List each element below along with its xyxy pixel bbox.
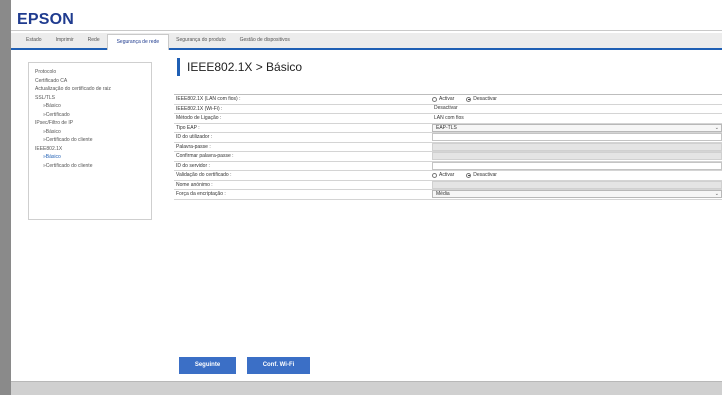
settings-table: IEEE802.1X (LAN com fios) : Activar Desa… (174, 94, 722, 200)
setting-label: Validação do certificado : (176, 172, 232, 178)
radio-button-icon (432, 96, 437, 102)
next-button[interactable]: Seguinte (179, 357, 236, 374)
encryption-strength-select[interactable]: Média ⌄ (432, 190, 722, 199)
radio-button-selected-icon (466, 172, 472, 178)
window-edge (0, 0, 11, 395)
wifi-setup-button[interactable]: Conf. Wi-Fi (247, 357, 310, 374)
setting-row-confirm-password: Confirmar palavra-passe : (174, 152, 722, 162)
setting-label: IEEE802.1X (Wi-Fi) : (176, 105, 223, 112)
title-accent-bar (177, 58, 180, 76)
sidebar-item-ipsec-filtro[interactable]: IPsec/Filtro de IP (35, 119, 151, 128)
password-input[interactable] (432, 142, 722, 151)
page-title: IEEE802.1X > Básico (177, 58, 302, 76)
tab-seguranca-de-rede[interactable]: Segurança de rede (106, 34, 170, 50)
tab-rede[interactable]: Rede (81, 33, 107, 48)
confirm-password-input[interactable] (432, 152, 722, 161)
select-value: EAP-TLS (436, 124, 457, 131)
radio-label: Desactivar (473, 171, 497, 178)
radio-button-selected-icon (466, 96, 472, 102)
setting-label: ID do servidor : (176, 162, 210, 169)
setting-label: Método de Ligação : (176, 115, 222, 121)
radio-cert-desactivar[interactable]: Desactivar (466, 171, 497, 180)
setting-label: ID do utilizador : (176, 134, 213, 140)
main-tab-bar: Estado Imprimir Rede Segurança de rede S… (11, 33, 722, 50)
sidebar-item-ssl-basico[interactable]: »Básico (35, 102, 151, 111)
setting-value: EAP-TLS ⌄ (432, 123, 722, 133)
epson-logo: EPSON (17, 11, 75, 28)
radio-cert-activar[interactable]: Activar (432, 171, 454, 180)
setting-row-cert-validation: Validação do certificado : Activar Desac… (174, 171, 722, 181)
sidebar-item-ipsec-basico[interactable]: »Básico (35, 128, 151, 137)
setting-value (432, 152, 722, 161)
setting-row-password: Palavra-passe : (174, 142, 722, 152)
sidebar-item-ieee-certificado-cliente[interactable]: »Certificado do cliente (35, 162, 151, 171)
setting-value (432, 142, 722, 152)
setting-row-eap: Tipo EAP : EAP-TLS ⌄ (174, 123, 722, 133)
setting-row-server-id: ID do servidor : (174, 161, 722, 171)
eap-type-select[interactable]: EAP-TLS ⌄ (432, 123, 722, 132)
setting-value: Activar Desactivar (432, 171, 722, 180)
radio-lan-desactivar[interactable]: Desactivar (466, 95, 497, 104)
sidebar-item-ieee-basico[interactable]: »Básico (35, 153, 151, 162)
radio-lan-activar[interactable]: Activar (432, 95, 454, 104)
sidebar-item-ieee8021x[interactable]: IEEE802.1X (35, 145, 151, 154)
setting-value (432, 180, 722, 190)
chevron-down-icon: ⌄ (714, 124, 719, 131)
sidebar-item-ipsec-certificado-cliente[interactable]: »Certificado do cliente (35, 136, 151, 145)
radio-label: Desactivar (473, 95, 497, 102)
setting-value (432, 161, 722, 171)
setting-value: LAN com fios (434, 114, 464, 121)
server-id-input[interactable] (432, 161, 722, 170)
setting-label: Confirmar palavra-passe : (176, 153, 234, 159)
sidebar-menu: Protocolo Certificado CA Actualização do… (28, 62, 152, 220)
setting-row-wifi: IEEE802.1X (Wi-Fi) : Desactivar (174, 105, 722, 114)
radio-label: Activar (439, 95, 455, 102)
radio-button-icon (432, 172, 437, 178)
tab-seguranca-do-produto[interactable]: Segurança do produto (169, 33, 232, 48)
tab-estado[interactable]: Estado (19, 33, 49, 48)
setting-value: Desactivar (434, 105, 458, 112)
user-id-input[interactable] (432, 133, 722, 142)
tab-imprimir[interactable]: Imprimir (49, 33, 81, 48)
setting-row-lan: IEEE802.1X (LAN com fios) : Activar Desa… (174, 95, 722, 105)
radio-label: Activar (439, 171, 455, 178)
setting-label: IEEE802.1X (LAN com fios) : (176, 96, 241, 102)
setting-row-encryption: Força da encriptação : Média ⌄ (174, 190, 722, 200)
header-divider (11, 30, 722, 31)
setting-label: Nome anónimo : (176, 181, 213, 188)
sidebar-item-certificado-ca[interactable]: Certificado CA (35, 77, 151, 86)
browser-page: EPSON Estado Imprimir Rede Segurança de … (0, 0, 722, 395)
sidebar-item-ssl-tls[interactable]: SSL/TLS (35, 94, 151, 103)
page-title-text: IEEE802.1X > Básico (187, 60, 303, 74)
setting-value: Média ⌄ (432, 190, 722, 199)
setting-value (432, 133, 722, 142)
anonymous-name-input[interactable] (432, 180, 722, 189)
setting-row-user-id: ID do utilizador : (174, 133, 722, 143)
chevron-down-icon: ⌄ (714, 191, 719, 198)
setting-row-connection: Método de Ligação : LAN com fios (174, 114, 722, 124)
sidebar-item-protocolo[interactable]: Protocolo (35, 68, 151, 77)
select-value: Média (436, 191, 450, 198)
setting-label: Tipo EAP : (176, 124, 200, 131)
sidebar-item-actualizacao-certificado-raiz[interactable]: Actualização do certificado de raiz (35, 85, 151, 94)
window-bottom-bar (11, 381, 722, 395)
setting-value: Activar Desactivar (432, 95, 722, 104)
setting-row-anon-name: Nome anónimo : (174, 180, 722, 190)
tab-gestao-de-dispositivos[interactable]: Gestão de dispositivos (233, 33, 297, 48)
sidebar-item-ssl-certificado[interactable]: »Certificado (35, 111, 151, 120)
setting-label: Força da encriptação : (176, 191, 226, 197)
setting-label: Palavra-passe : (176, 143, 211, 150)
